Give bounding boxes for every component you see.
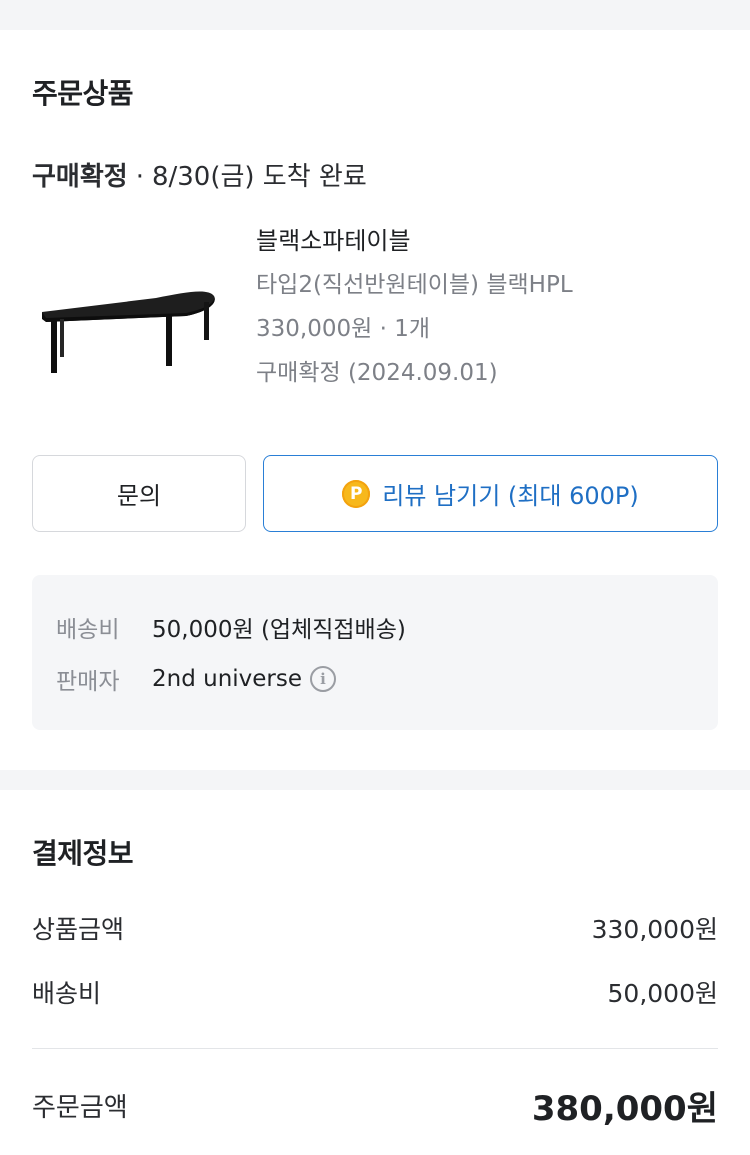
point-coin-icon: P [342, 479, 371, 508]
product-amount-label: 상품금액 [32, 915, 125, 944]
inquiry-button-label: 문의 [116, 482, 162, 510]
inquiry-button[interactable]: 문의 [32, 455, 246, 532]
order-total-label: 주문금액 [32, 1092, 128, 1123]
half-round-table-image [42, 291, 215, 373]
write-review-button[interactable]: P 리뷰 남기기 (최대 600P) [263, 455, 718, 532]
payment-info-section: 결제정보 상품금액 330,000원 배송비 50,000원 주문금액 380,… [0, 790, 750, 1155]
payment-shipping-row: 배송비 50,000원 [32, 972, 718, 1012]
shipping-fee-label: 배송비 [56, 617, 120, 643]
product-confirm-status: 구매확정 (2024.09.01) [256, 360, 498, 386]
shipping-fee-value: 50,000원 (업체직접배송) [152, 617, 406, 643]
seller-label: 판매자 [56, 669, 120, 695]
write-review-button-label: 리뷰 남기기 (최대 600P) [382, 482, 639, 510]
shipping-fee-row: 배송비 50,000원 (업체직접배송) [56, 610, 406, 644]
order-total-row: 주문금액 380,000원 [32, 1083, 718, 1129]
status-separator: · [135, 162, 144, 192]
product-info: 블랙소파테이블 타입2(직선반원테이블) 블랙HPL 330,000원 · 1개… [256, 226, 726, 402]
shipping-seller-info-box: 배송비 50,000원 (업체직접배송) 판매자 2nd universe i [32, 575, 718, 730]
payment-section-title: 결제정보 [32, 837, 134, 870]
product-price-qty: 330,000원 · 1개 [256, 316, 430, 342]
payment-shipping-label: 배송비 [32, 979, 102, 1008]
product-amount-row: 상품금액 330,000원 [32, 908, 718, 948]
payment-shipping-value: 50,000원 [607, 979, 718, 1008]
order-status-label: 구매확정 [32, 162, 128, 192]
product-thumbnail[interactable] [36, 278, 222, 378]
product-amount-value: 330,000원 [591, 915, 718, 944]
order-product-section: 주문상품 구매확정 · 8/30(금) 도착 완료 블랙소파테이블 타입2(직선반원… [0, 30, 750, 770]
order-status-detail: 8/30(금) 도착 완료 [151, 162, 367, 192]
order-total-value: 380,000원 [531, 1088, 718, 1129]
seller-row: 판매자 2nd universe i [56, 662, 337, 696]
seller-name: 2nd universe [152, 666, 303, 692]
order-detail-page: 주문상품 구매확정 · 8/30(금) 도착 완료 블랙소파테이블 타입2(직선반원… [0, 0, 750, 1155]
order-section-title: 주문상품 [32, 77, 134, 110]
top-divider [0, 0, 750, 30]
payment-divider [32, 1048, 718, 1049]
product-option: 타입2(직선반원테이블) 블랙HPL [256, 272, 573, 298]
order-status-line: 구매확정 · 8/30(금) 도착 완료 [32, 156, 367, 193]
product-name[interactable]: 블랙소파테이블 [256, 226, 726, 256]
info-circle-icon[interactable]: i [310, 666, 337, 692]
